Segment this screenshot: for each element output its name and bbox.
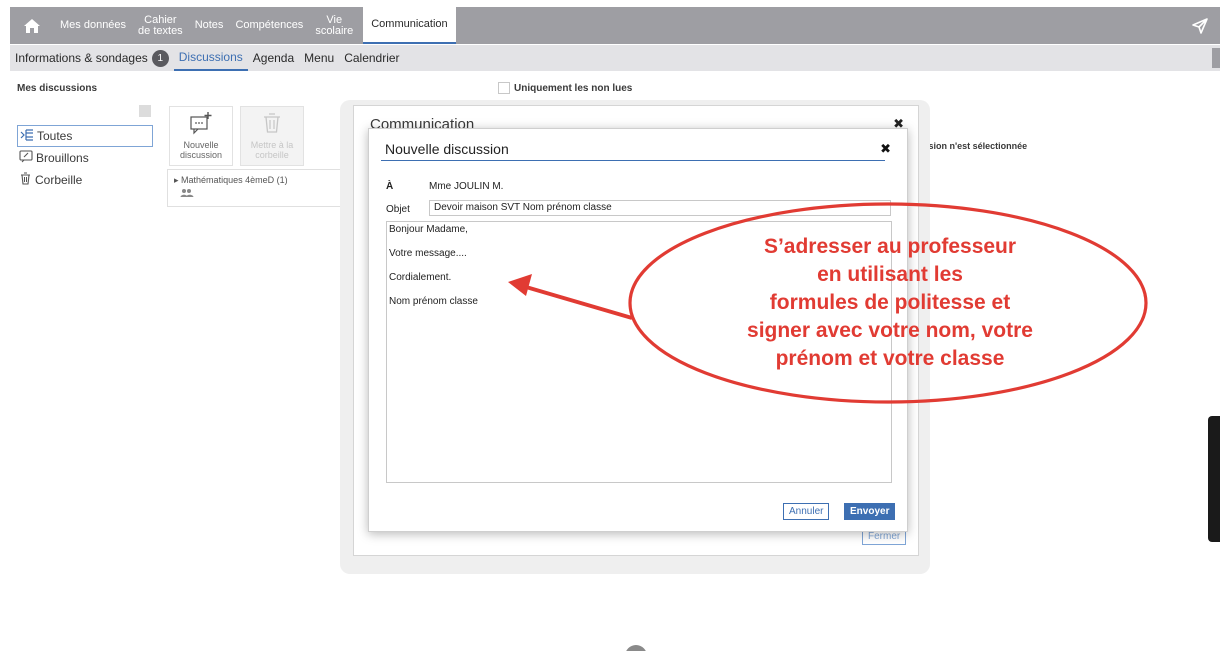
side-widget[interactable]: [1208, 416, 1220, 542]
annotation-line: prénom et votre classe: [775, 347, 1005, 370]
annotation-line: en utilisant les: [817, 263, 963, 286]
annotation-line: formules de politesse et: [769, 291, 1011, 314]
annotation-line: signer avec votre nom, votre: [747, 319, 1033, 342]
annotation-line: S’adresser au professeur: [763, 235, 1017, 258]
annotation-arrow-shaft: [525, 285, 633, 320]
annotation-text: S’adresser au professeur en utilisant le…: [632, 233, 1148, 373]
annotation-arrow-head: [508, 274, 532, 296]
